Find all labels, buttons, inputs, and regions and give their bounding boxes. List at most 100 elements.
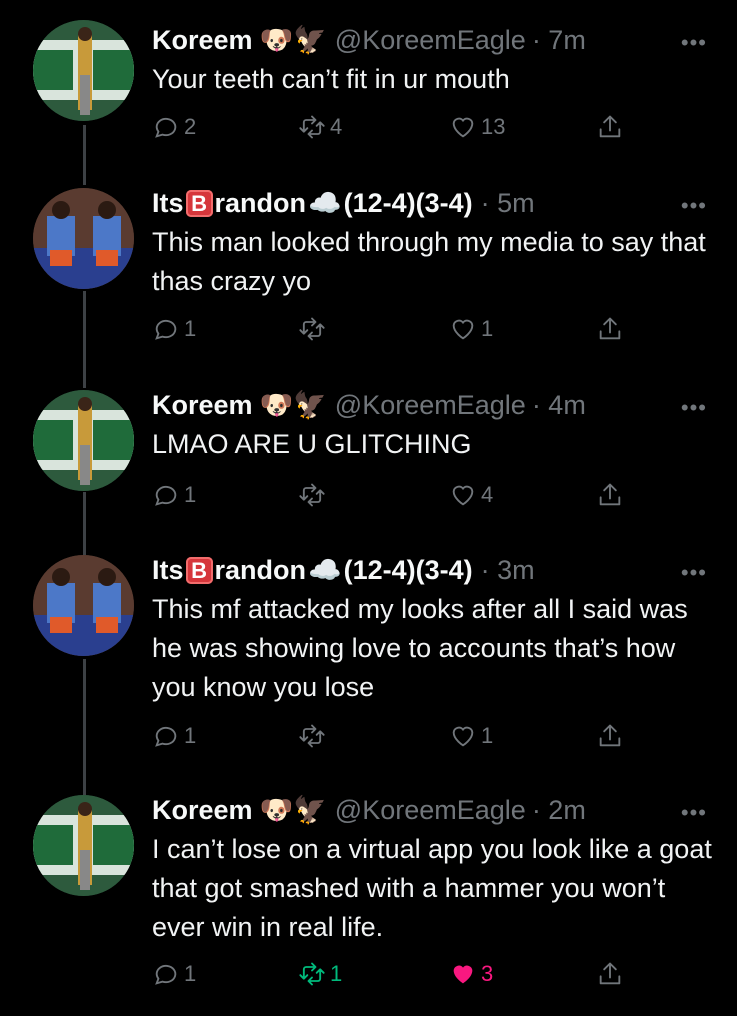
action-bar: 1 1 — [152, 315, 652, 345]
retweet-button[interactable] — [298, 481, 330, 509]
tweet-text: Your teeth can’t fit in ur mouth — [152, 64, 510, 94]
share-icon — [596, 113, 624, 141]
reply-icon — [152, 113, 180, 141]
more-icon[interactable]: ••• — [681, 560, 707, 586]
reply-button[interactable]: 1 — [152, 960, 196, 988]
b-letter-badge: B — [185, 556, 213, 584]
like-count: 3 — [481, 961, 494, 986]
reply-count: 1 — [184, 723, 197, 748]
more-icon[interactable]: ••• — [681, 395, 707, 421]
heart-icon — [449, 315, 477, 343]
tweet-header: Its B randon ☁️ (12-4)(3-4) · 5m — [152, 183, 535, 223]
share-icon — [596, 722, 624, 750]
timestamp[interactable]: · 5m — [481, 188, 535, 219]
retweet-button[interactable]: 1 — [298, 960, 342, 988]
heart-icon — [449, 960, 477, 988]
author-record[interactable]: (12-4)(3-4) — [344, 555, 473, 586]
tweet[interactable]: Koreem 🐶🦅 @KoreemEagle · 2m ••• I can’t … — [0, 790, 737, 1010]
avatar[interactable] — [33, 20, 134, 121]
tweet-header: Koreem 🐶🦅 @KoreemEagle · 7m — [152, 20, 586, 60]
tweet[interactable]: Koreem 🐶🦅 @KoreemEagle · 7m ••• Your tee… — [0, 20, 737, 165]
share-button[interactable] — [596, 722, 624, 750]
reply-button[interactable]: 1 — [152, 481, 196, 509]
tweet-header: Koreem 🐶🦅 @KoreemEagle · 4m — [152, 385, 586, 425]
retweet-button[interactable]: 4 — [298, 113, 342, 141]
share-icon — [596, 315, 624, 343]
author-record[interactable]: (12-4)(3-4) — [344, 188, 473, 219]
like-button[interactable]: 13 — [449, 113, 505, 141]
retweet-icon — [298, 481, 326, 509]
heart-icon — [449, 113, 477, 141]
reply-count: 2 — [184, 114, 197, 139]
author-name[interactable]: Koreem — [152, 390, 253, 421]
avatar[interactable] — [33, 555, 134, 656]
cloud-emoji: ☁️ — [308, 188, 342, 218]
like-button[interactable]: 3 — [449, 960, 493, 988]
retweet-count: 1 — [330, 961, 343, 986]
author-name-rest[interactable]: randon — [215, 188, 307, 219]
like-count: 1 — [481, 723, 494, 748]
more-icon[interactable]: ••• — [681, 800, 707, 826]
timestamp[interactable]: · 4m — [532, 390, 586, 421]
avatar[interactable] — [33, 795, 134, 896]
share-button[interactable] — [596, 481, 624, 509]
author-handle[interactable]: @KoreemEagle — [335, 390, 526, 421]
like-count: 1 — [481, 316, 494, 341]
tweet-text: I can’t lose on a virtual app you look l… — [152, 834, 712, 942]
author-name[interactable]: Koreem — [152, 795, 253, 826]
action-bar: 1 1 3 — [152, 960, 652, 990]
share-icon — [596, 481, 624, 509]
timestamp[interactable]: · 2m — [532, 795, 586, 826]
timestamp[interactable]: · 7m — [532, 25, 586, 56]
author-emoji: 🐶🦅 — [259, 25, 327, 55]
retweet-button[interactable] — [298, 315, 330, 343]
share-button[interactable] — [596, 960, 624, 988]
author-name[interactable]: Its — [152, 188, 184, 219]
reply-button[interactable]: 1 — [152, 722, 196, 750]
tweet-text: This mf attacked my looks after all I sa… — [152, 594, 688, 702]
more-icon[interactable]: ••• — [681, 193, 707, 219]
timestamp[interactable]: · 3m — [481, 555, 535, 586]
reply-button[interactable]: 1 — [152, 315, 196, 343]
reply-icon — [152, 315, 180, 343]
reply-count: 1 — [184, 316, 197, 341]
heart-icon — [449, 722, 477, 750]
author-handle[interactable]: @KoreemEagle — [335, 25, 526, 56]
like-count: 4 — [481, 482, 494, 507]
reply-icon — [152, 960, 180, 988]
avatar[interactable] — [33, 390, 134, 491]
tweet-text: This man looked through my media to say … — [152, 227, 706, 296]
b-letter-badge: B — [185, 189, 213, 217]
reply-count: 1 — [184, 482, 197, 507]
action-bar: 2 4 13 — [152, 113, 652, 143]
share-button[interactable] — [596, 315, 624, 343]
author-emoji: 🐶🦅 — [259, 390, 327, 420]
retweet-button[interactable] — [298, 722, 330, 750]
like-button[interactable]: 4 — [449, 481, 493, 509]
tweet-header: Its B randon ☁️ (12-4)(3-4) · 3m — [152, 550, 535, 590]
reply-icon — [152, 481, 180, 509]
avatar[interactable] — [33, 188, 134, 289]
retweet-icon — [298, 960, 326, 988]
retweet-icon — [298, 113, 326, 141]
author-name-rest[interactable]: randon — [215, 555, 307, 586]
share-icon — [596, 960, 624, 988]
retweet-icon — [298, 722, 326, 750]
more-icon[interactable]: ••• — [681, 30, 707, 56]
like-count: 13 — [481, 114, 506, 139]
author-name[interactable]: Koreem — [152, 25, 253, 56]
cloud-emoji: ☁️ — [308, 555, 342, 585]
like-button[interactable]: 1 — [449, 315, 493, 343]
author-name[interactable]: Its — [152, 555, 184, 586]
author-handle[interactable]: @KoreemEagle — [335, 795, 526, 826]
like-button[interactable]: 1 — [449, 722, 493, 750]
tweet[interactable]: Its B randon ☁️ (12-4)(3-4) · 5m ••• Thi… — [0, 183, 737, 353]
reply-icon — [152, 722, 180, 750]
tweet[interactable]: Its B randon ☁️ (12-4)(3-4) · 3m ••• Thi… — [0, 550, 737, 760]
action-bar: 1 1 — [152, 722, 652, 752]
share-button[interactable] — [596, 113, 624, 141]
reply-button[interactable]: 2 — [152, 113, 196, 141]
tweet-header: Koreem 🐶🦅 @KoreemEagle · 2m — [152, 790, 586, 830]
retweet-icon — [298, 315, 326, 343]
tweet[interactable]: Koreem 🐶🦅 @KoreemEagle · 4m ••• LMAO ARE… — [0, 385, 737, 525]
